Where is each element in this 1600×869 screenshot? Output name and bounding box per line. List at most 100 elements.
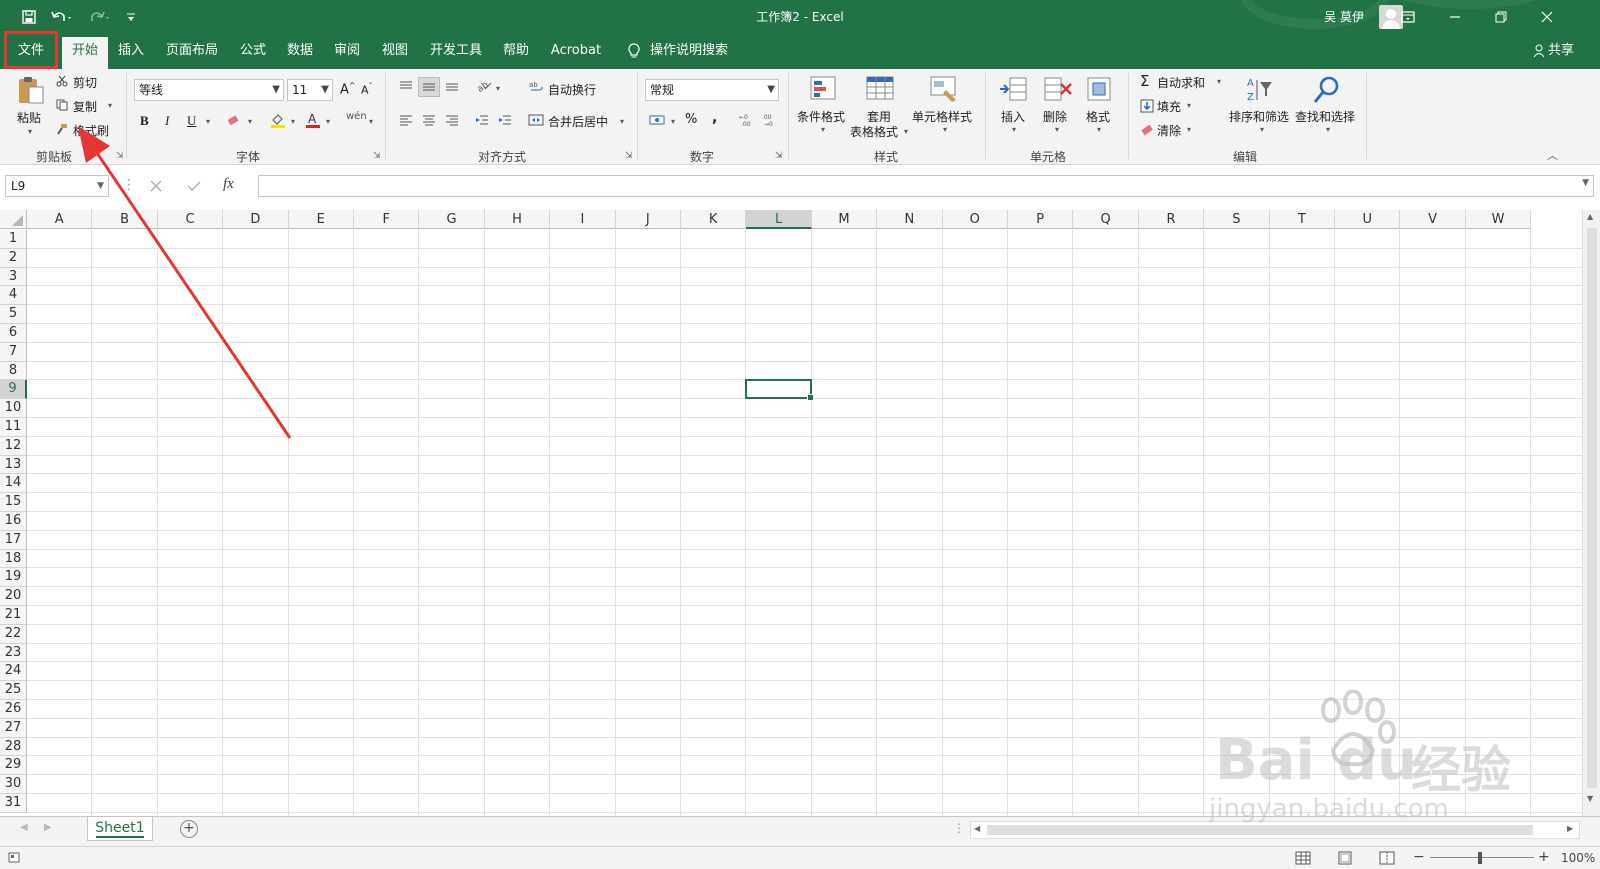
- worksheet-grid[interactable]: ABCDEFGHIJKLMNOPQRSTUVW 1 2 3 4 5 6 7 8 9 10 11 12 1…: [0, 210, 1600, 816]
- column-header[interactable]: B: [92, 210, 158, 229]
- column-header[interactable]: A: [27, 210, 93, 229]
- find-dropdown-icon[interactable]: ▾: [1326, 125, 1330, 134]
- autosum-icon[interactable]: Σ: [1140, 72, 1149, 90]
- accounting-format-icon[interactable]: [648, 111, 668, 129]
- scroll-down-icon[interactable]: ▼: [1587, 794, 1593, 803]
- delete-cells-button[interactable]: 删除: [1043, 108, 1067, 125]
- row-header[interactable]: 5: [0, 305, 27, 324]
- row-header[interactable]: 11: [0, 418, 27, 437]
- close-button[interactable]: [1524, 0, 1570, 33]
- column-header[interactable]: W: [1465, 210, 1532, 229]
- enter-icon[interactable]: [186, 178, 202, 194]
- sheet-tab[interactable]: Sheet1: [87, 817, 153, 841]
- autosum-button[interactable]: 自动求和: [1157, 74, 1205, 91]
- column-header[interactable]: I: [550, 210, 616, 229]
- row-header[interactable]: 19: [0, 568, 27, 588]
- row-header[interactable]: 21: [0, 606, 27, 625]
- cancel-icon[interactable]: [148, 178, 164, 194]
- row-header[interactable]: 12: [0, 436, 27, 456]
- vertical-scroll-thumb[interactable]: [1587, 228, 1597, 788]
- sort-dropdown-icon[interactable]: ▾: [1260, 125, 1264, 134]
- number-launcher-icon[interactable]: ⇲: [775, 151, 783, 161]
- row-header[interactable]: 8: [0, 361, 27, 381]
- fill-color-dropdown-icon[interactable]: ▾: [291, 117, 295, 126]
- row-header[interactable]: 30: [0, 775, 27, 794]
- row-header[interactable]: 3: [0, 267, 27, 287]
- align-middle-icon[interactable]: [418, 77, 440, 97]
- eraser-icon[interactable]: [1139, 122, 1154, 137]
- cell-styles-button[interactable]: 单元格样式: [912, 108, 972, 125]
- font-size-select[interactable]: 11 ▼: [287, 79, 333, 101]
- comma-button[interactable]: ,: [712, 110, 717, 126]
- vertical-scrollbar[interactable]: ▲ ▼: [1582, 210, 1600, 816]
- tab-view[interactable]: 视图: [376, 40, 414, 62]
- row-header[interactable]: 1: [0, 230, 27, 249]
- font-color-icon[interactable]: A: [304, 111, 322, 129]
- format-painter-button[interactable]: 格式刷: [73, 122, 109, 139]
- decrease-font-size-icon[interactable]: Aˇ: [361, 82, 373, 97]
- minimize-button[interactable]: [1432, 0, 1478, 33]
- decrease-indent-icon[interactable]: [472, 111, 492, 129]
- column-header[interactable]: D: [223, 210, 289, 229]
- clear-button[interactable]: 清除: [1157, 122, 1181, 139]
- row-header[interactable]: 14: [0, 474, 27, 494]
- format-cells-button[interactable]: 格式: [1086, 108, 1110, 125]
- insert-dropdown-icon[interactable]: ▾: [1012, 125, 1016, 134]
- add-sheet-icon[interactable]: +: [180, 820, 198, 838]
- italic-button[interactable]: I: [165, 113, 169, 129]
- column-header[interactable]: M: [811, 210, 878, 229]
- format-painter-icon[interactable]: [55, 122, 69, 136]
- wrap-text-button[interactable]: 自动换行: [548, 81, 596, 98]
- find-select-icon[interactable]: [1311, 74, 1343, 106]
- decrease-decimal-icon[interactable]: .00 →0: [760, 111, 780, 129]
- row-header[interactable]: 6: [0, 324, 27, 343]
- tab-developer[interactable]: 开发工具: [424, 40, 488, 62]
- column-header[interactable]: R: [1138, 210, 1205, 229]
- row-header[interactable]: 28: [0, 737, 27, 757]
- fill-dropdown-icon[interactable]: ▾: [1187, 101, 1191, 110]
- align-right-icon[interactable]: [442, 111, 462, 129]
- alignment-launcher-icon[interactable]: ⇲: [625, 151, 633, 161]
- column-header[interactable]: C: [157, 210, 224, 229]
- copy-icon[interactable]: [55, 98, 69, 112]
- tab-home[interactable]: 开始: [62, 37, 108, 69]
- column-header[interactable]: Q: [1073, 210, 1139, 229]
- tab-acrobat[interactable]: Acrobat: [545, 40, 607, 62]
- format-cells-icon[interactable]: [1084, 74, 1116, 106]
- scroll-right-icon[interactable]: ▶: [1567, 824, 1573, 833]
- column-header[interactable]: H: [484, 210, 551, 229]
- column-header[interactable]: E: [288, 210, 354, 229]
- column-header[interactable]: S: [1204, 210, 1270, 229]
- insert-cells-button[interactable]: 插入: [1001, 108, 1025, 125]
- name-box[interactable]: L9 ▼: [5, 175, 109, 197]
- row-header[interactable]: 22: [0, 624, 27, 644]
- border-dropdown-icon[interactable]: ▾: [248, 117, 252, 126]
- merge-dropdown-icon[interactable]: ▾: [620, 117, 624, 126]
- row-header[interactable]: 25: [0, 681, 27, 700]
- row-header[interactable]: 23: [0, 643, 27, 663]
- conditional-formatting-icon[interactable]: [808, 74, 840, 106]
- underline-dropdown-icon[interactable]: ▾: [206, 117, 210, 126]
- lightbulb-icon[interactable]: [624, 40, 644, 62]
- insert-function-button[interactable]: fx: [223, 176, 234, 193]
- tab-help[interactable]: 帮助: [497, 40, 535, 62]
- align-top-icon[interactable]: [396, 77, 416, 95]
- delete-dropdown-icon[interactable]: ▾: [1055, 125, 1059, 134]
- sheet-prev-icon[interactable]: ◀: [20, 822, 28, 833]
- cut-icon[interactable]: [55, 74, 69, 88]
- orientation-dropdown-icon[interactable]: ▾: [496, 84, 500, 93]
- page-break-view-icon[interactable]: [1379, 851, 1395, 868]
- sort-filter-button[interactable]: 排序和筛选: [1229, 108, 1289, 125]
- number-format-select[interactable]: 常规 ▼: [645, 79, 779, 101]
- copy-button[interactable]: 复制: [73, 98, 97, 115]
- zoom-slider[interactable]: [1430, 857, 1534, 858]
- autosum-dropdown-icon[interactable]: ▾: [1217, 77, 1221, 86]
- column-header[interactable]: P: [1008, 210, 1074, 229]
- tab-data[interactable]: 数据: [281, 40, 319, 62]
- find-select-button[interactable]: 查找和选择: [1295, 108, 1355, 125]
- cut-button[interactable]: 剪切: [73, 74, 97, 91]
- tab-page-layout[interactable]: 页面布局: [160, 40, 224, 62]
- fill-icon[interactable]: [1139, 98, 1154, 113]
- select-all-button[interactable]: [0, 210, 27, 229]
- zoom-slider-thumb[interactable]: [1478, 852, 1482, 864]
